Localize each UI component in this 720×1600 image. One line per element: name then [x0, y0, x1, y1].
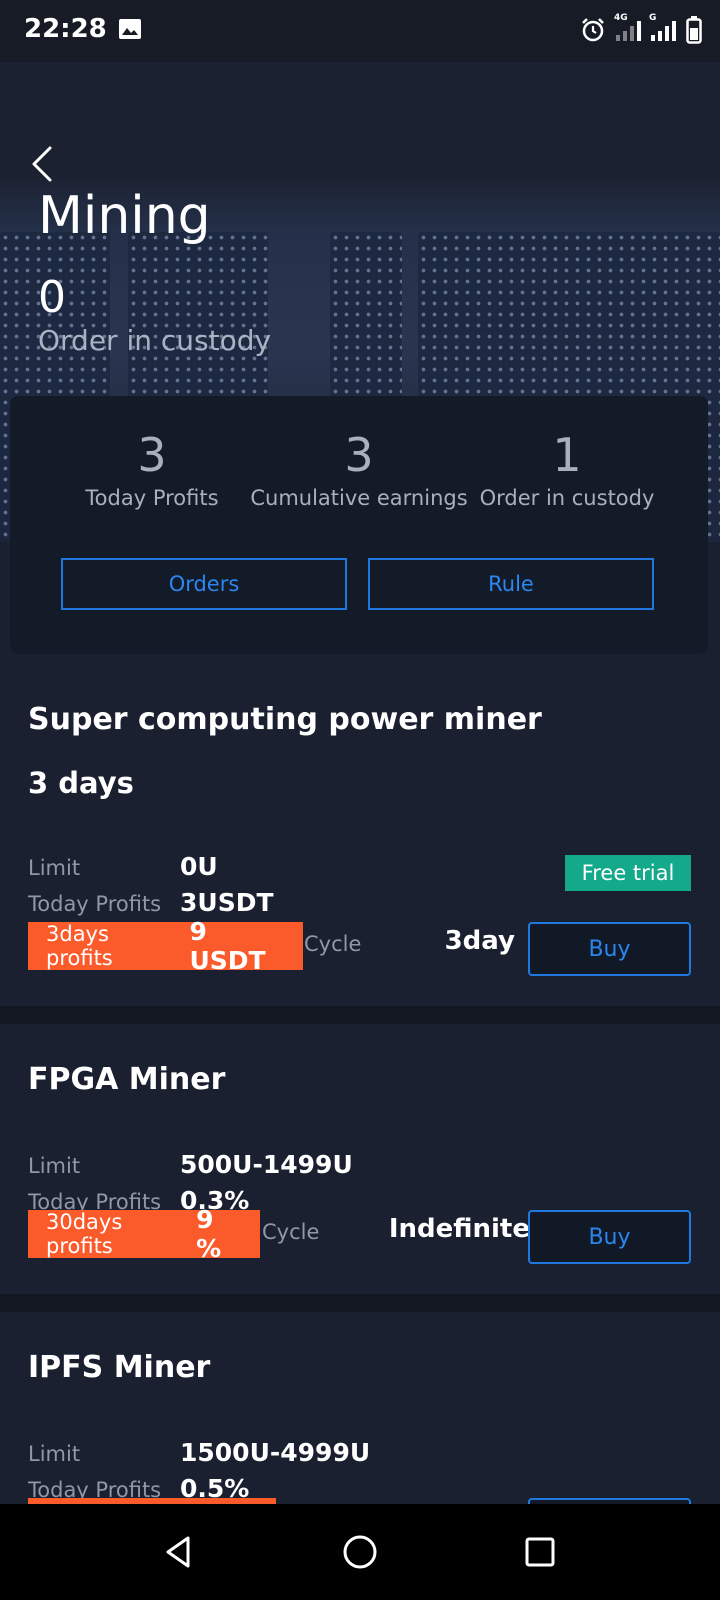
today-profits-label: Today Profits	[28, 892, 162, 916]
network-type-g: G	[649, 13, 657, 23]
buy-button[interactable]: Buy	[528, 1210, 691, 1264]
cycle-value: Indefinite	[388, 1214, 530, 1244]
buy-button[interactable]: Buy	[528, 922, 691, 976]
product-card-ipfs-miner: IPFS Miner Limit 1500U-4999U Today Profi…	[0, 1312, 720, 1504]
custody-label: Order in custody	[38, 324, 272, 357]
signal-4g-icon: 4G	[614, 13, 641, 41]
status-bar: 22:28 4G G	[0, 0, 720, 62]
product-title: Super computing power miner	[28, 702, 542, 737]
free-trial-badge: Free trial	[565, 855, 691, 891]
period-profits-value: 9 %	[196, 1205, 222, 1263]
network-type-4g: 4G	[614, 13, 628, 23]
page-title: Mining	[38, 186, 211, 246]
stat-label: Cumulative earnings	[250, 486, 468, 510]
image-icon	[119, 19, 141, 39]
nav-recents-icon[interactable]	[520, 1532, 560, 1572]
limit-label: Limit	[28, 1442, 81, 1466]
status-icons: 4G G	[580, 13, 702, 46]
period-profits-box: 30days profits 9 %	[28, 1205, 260, 1263]
limit-value: 500U-1499U	[180, 1150, 353, 1179]
cycle-label: Cycle	[262, 1220, 320, 1244]
nav-home-icon[interactable]	[340, 1532, 380, 1572]
stat-today-profits: 3 Today Profits	[42, 428, 262, 510]
product-card-fpga-miner: FPGA Miner Limit 500U-1499U Today Profit…	[0, 1024, 720, 1294]
status-time: 22:28	[24, 14, 107, 44]
limit-label: Limit	[28, 1154, 81, 1178]
orders-button[interactable]: Orders	[61, 558, 347, 610]
limit-value: 0U	[180, 852, 218, 881]
signal-g-icon: G	[649, 13, 676, 41]
stat-order-in-custody: 1 Order in custody	[457, 428, 677, 510]
nav-back-icon[interactable]	[160, 1532, 200, 1572]
product-title: FPGA Miner	[28, 1062, 226, 1097]
cycle-value: 3day	[444, 926, 515, 956]
product-card-super-computing: Super computing power miner 3 days Limit…	[0, 654, 720, 1006]
stat-label: Order in custody	[479, 486, 655, 510]
product-title: IPFS Miner	[28, 1350, 211, 1385]
product-subtitle: 3 days	[28, 766, 134, 800]
stat-value: 3	[137, 428, 167, 482]
period-profits-box: 3days profits 9 USDT	[28, 917, 303, 975]
today-profits-value: 3USDT	[180, 888, 274, 917]
limit-label: Limit	[28, 856, 81, 880]
stats-card: 3 Today Profits 3 Cumulative earnings 1 …	[10, 396, 708, 654]
period-profits-label: 3days profits	[46, 922, 113, 970]
custody-count: 0	[38, 272, 66, 323]
divider	[0, 1006, 720, 1024]
system-nav-bar	[0, 1504, 720, 1600]
back-arrow-icon[interactable]	[22, 142, 66, 186]
stat-label: Today Profits	[85, 486, 219, 510]
divider	[0, 1294, 720, 1312]
rule-button[interactable]: Rule	[368, 558, 654, 610]
stat-value: 1	[552, 428, 582, 482]
period-profits-value: 9 USDT	[189, 917, 266, 975]
stat-value: 3	[344, 428, 374, 482]
limit-value: 1500U-4999U	[180, 1438, 371, 1467]
stat-cumulative-earnings: 3 Cumulative earnings	[249, 428, 469, 510]
alarm-icon	[582, 18, 604, 42]
battery-icon	[686, 16, 702, 44]
period-profits-label: 30days profits	[46, 1210, 123, 1258]
cycle-label: Cycle	[304, 932, 362, 956]
